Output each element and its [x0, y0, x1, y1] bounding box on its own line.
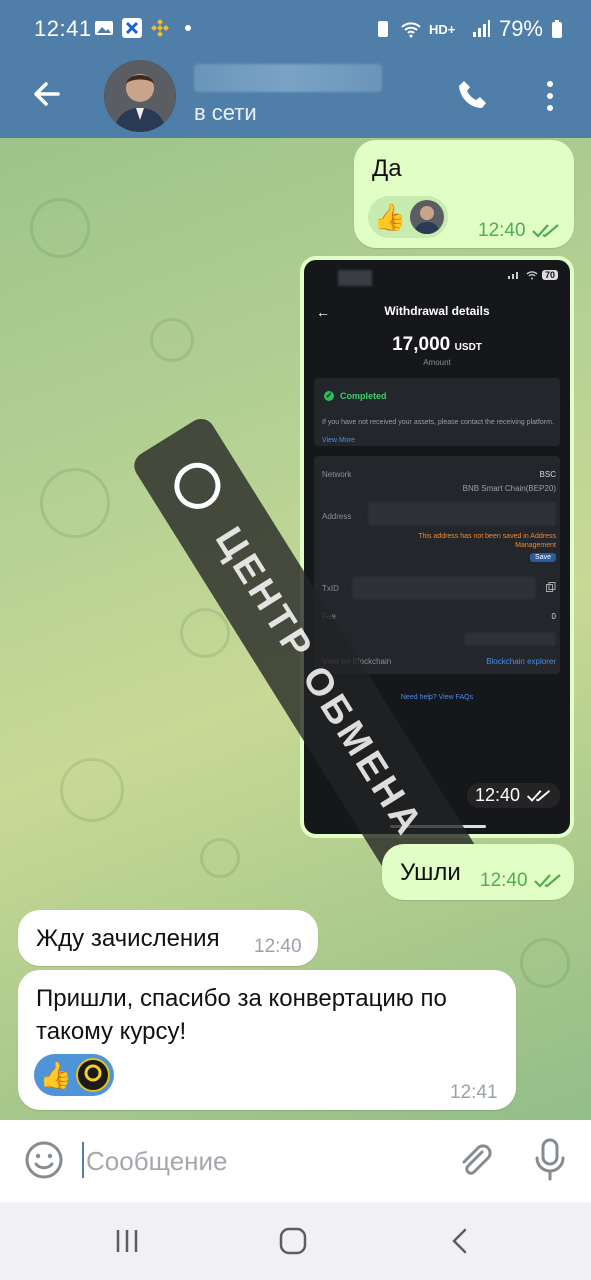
hidden-row-blurred	[464, 632, 556, 646]
image-meta: 12:40	[466, 783, 560, 808]
amount-unit: USDT	[454, 342, 482, 353]
message-meta: 12:40	[480, 870, 562, 892]
status-completed: ✓ Completed	[324, 391, 387, 401]
address-blurred	[368, 502, 556, 526]
bg-doodle	[520, 938, 570, 988]
message-text: Жду зачисления	[36, 925, 220, 952]
text-cursor	[82, 1142, 84, 1178]
signal-icon	[507, 272, 518, 279]
message-incoming[interactable]: Пришли, спасибо за конвертацию по такому…	[18, 970, 516, 1110]
top-bar: 12:41 HD+ 79% в сети	[0, 0, 591, 138]
wifi-icon	[401, 22, 421, 38]
avatar-photo	[104, 60, 176, 132]
more-vert-icon[interactable]	[540, 78, 560, 114]
watermark-logo-icon	[165, 454, 230, 518]
bg-doodle	[60, 758, 124, 822]
message-text: Да	[372, 155, 402, 182]
message-time: 12:40	[480, 870, 528, 891]
address-warning: This address has not been saved in Addre…	[418, 533, 556, 549]
check-circle-icon: ✓	[324, 391, 334, 401]
image-time: 12:40	[474, 785, 520, 805]
contact-status: в сети	[194, 100, 257, 125]
svg-text:HD+: HD+	[429, 22, 456, 37]
network-value: BSC	[539, 470, 556, 479]
reaction-avatar	[76, 1058, 110, 1092]
message-outgoing[interactable]: Ушли 12:40	[382, 844, 574, 900]
bg-doodle	[180, 608, 230, 658]
bg-doodle	[200, 838, 240, 878]
message-meta: 12:40	[478, 220, 560, 242]
address-label: Address	[322, 512, 352, 521]
message-outgoing[interactable]: Да 👍 12:40	[354, 140, 574, 248]
screenshot-battery: 70	[541, 270, 558, 280]
bg-doodle	[150, 318, 194, 362]
app-x-icon	[122, 18, 142, 38]
copy-icon	[546, 582, 556, 592]
message-time: 12:41	[450, 1082, 498, 1103]
bg-doodle	[30, 198, 90, 258]
double-check-icon	[533, 874, 561, 888]
double-check-icon	[531, 224, 559, 238]
notification-icons	[94, 18, 198, 38]
status-text: Completed	[340, 391, 387, 401]
message-incoming[interactable]: Жду зачисления 12:40	[18, 910, 318, 966]
double-check-icon	[526, 789, 551, 802]
save-button: Save	[530, 553, 556, 562]
nav-back-icon[interactable]	[444, 1224, 478, 1258]
message-text: Ушли	[400, 859, 461, 886]
chat-header: в сети	[0, 60, 591, 138]
chat-area[interactable]: Да 👍 12:40 70 ← Withdrawal details 17,00…	[0, 138, 591, 1120]
amount-label: Amount	[423, 358, 451, 367]
blockchain-link: Blockchain explorer	[486, 657, 556, 666]
view-more-link: View More	[322, 437, 355, 444]
system-nav-bar	[0, 1202, 591, 1280]
amount-value: 17,000	[392, 334, 451, 355]
gallery-icon	[95, 21, 113, 35]
txid-blurred	[352, 576, 536, 600]
fee-value: 0	[551, 612, 556, 621]
avatar[interactable]	[104, 60, 176, 132]
message-text: Пришли, спасибо за конвертацию по такому…	[36, 985, 447, 1045]
recent-apps-icon[interactable]	[110, 1224, 144, 1258]
signal-icon	[472, 20, 490, 37]
contact-name-blurred	[194, 64, 382, 92]
emoji-icon[interactable]	[24, 1140, 64, 1180]
reaction-badge[interactable]: 👍	[368, 196, 448, 238]
binance-icon	[151, 19, 169, 37]
phone-icon[interactable]	[456, 78, 490, 112]
status-bar: 12:41 HD+ 79%	[0, 0, 591, 60]
back-arrow-icon[interactable]	[28, 76, 64, 112]
reaction-badge[interactable]: 👍	[34, 1054, 114, 1096]
volte-icon: HD+	[429, 22, 456, 37]
message-input[interactable]: Сообщение	[86, 1146, 228, 1177]
screenshot-status: 70	[507, 270, 558, 280]
message-time: 12:40	[478, 220, 526, 241]
battery-saver-icon	[377, 21, 388, 37]
home-icon[interactable]	[276, 1224, 310, 1258]
network-label: Network	[322, 470, 352, 479]
mic-icon[interactable]	[532, 1138, 568, 1182]
screenshot-title: Withdrawal details	[384, 304, 490, 318]
thumbs-up-icon: 👍	[373, 201, 407, 232]
bg-doodle	[40, 468, 110, 538]
attach-icon[interactable]	[454, 1140, 494, 1180]
status-notice: If you have not received your assets, pl…	[322, 419, 554, 426]
battery-percent: 79%	[498, 16, 543, 41]
message-time: 12:40	[254, 936, 302, 957]
message-input-bar: Сообщение	[0, 1120, 591, 1202]
network-sub: BNB Smart Chain(BEP20)	[462, 484, 556, 493]
amount-row: 17,000 USDT	[304, 334, 570, 356]
battery-icon	[552, 20, 562, 38]
wifi-icon	[526, 270, 538, 279]
blurred-time	[338, 270, 372, 286]
reaction-avatar	[410, 200, 444, 234]
txid-label: TxID	[322, 584, 339, 593]
status-time: 12:41	[34, 16, 92, 41]
thumbs-up-icon: 👍	[39, 1059, 73, 1090]
dot-icon	[185, 25, 191, 31]
status-right: HD+ 79%	[373, 16, 563, 42]
